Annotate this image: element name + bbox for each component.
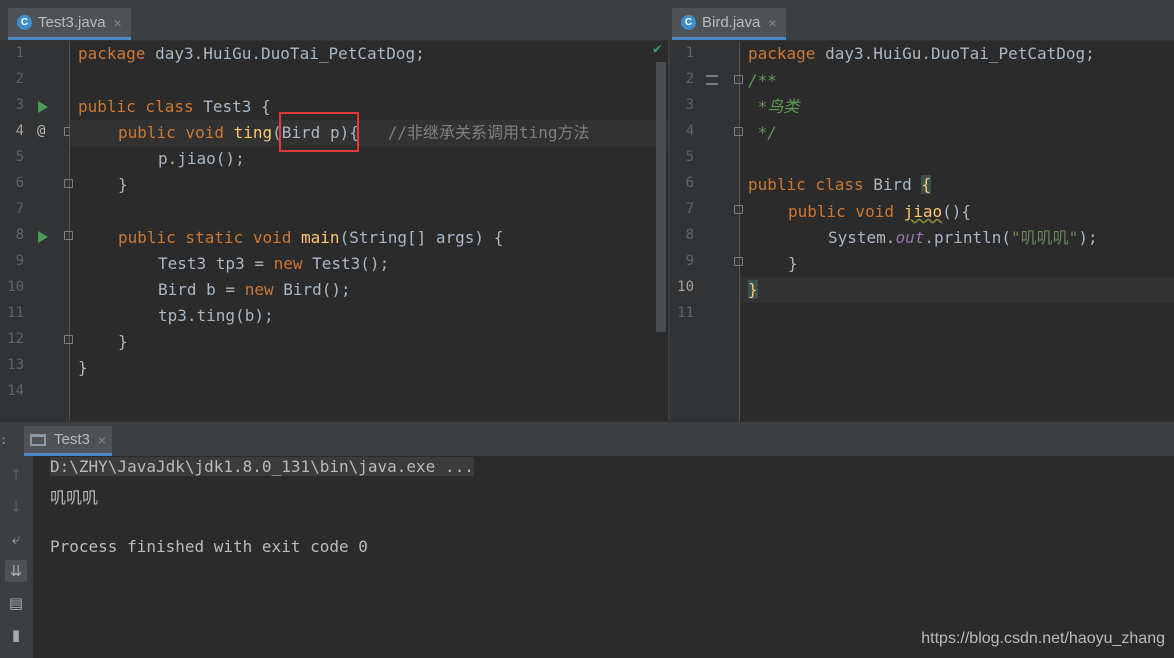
tab-label: Test3.java	[38, 14, 106, 31]
line-number: 8	[15, 227, 24, 243]
code-line: /**	[748, 71, 777, 90]
console-command-line: D:\ZHY\JavaJdk\jdk1.8.0_131\bin\java.exe…	[50, 457, 474, 476]
left-code-area[interactable]: package day3.HuiGu.DuoTai_PetCatDog; pub…	[70, 41, 668, 421]
code-line: }	[118, 175, 128, 194]
close-icon[interactable]: ×	[98, 432, 106, 448]
code-line: Bird b = new Bird();	[158, 280, 351, 299]
caret-line-highlight	[740, 277, 1174, 303]
code-line: package day3.HuiGu.DuoTai_PetCatDog;	[748, 44, 1095, 63]
console-output-line: 叽叽叽	[50, 488, 99, 507]
console-exit-line: Process finished with exit code 0	[50, 537, 368, 556]
code-line: tp3.ting(b);	[158, 306, 274, 325]
line-number: 12	[7, 331, 24, 347]
line-number: 3	[685, 97, 694, 113]
line-number: 6	[15, 175, 24, 191]
watermark: https://blog.csdn.net/haoyu_zhang	[921, 630, 1165, 647]
run-tab-test3[interactable]: Test3 ×	[24, 426, 113, 456]
code-line: public void jiao(){	[788, 202, 972, 221]
code-line: Test3 tp3 = new Test3();	[158, 254, 390, 273]
left-editor-pane: C Test3.java × 1 2 3 4 5 6 7 8 9 10 11 1…	[0, 0, 668, 421]
check-icon: ✔	[653, 41, 662, 57]
right-editor-pane: C Bird.java × 1 2 3 4 5 6 7 8 9 10 11 pa…	[670, 0, 1174, 421]
line-number: 2	[15, 71, 24, 87]
class-icon: C	[17, 15, 32, 30]
run-header: : Test3 ×	[0, 421, 1174, 456]
code-line: *鸟类	[748, 97, 800, 116]
code-line: public class Bird {	[748, 175, 932, 194]
line-number: 4	[685, 123, 694, 139]
line-number: 8	[685, 227, 694, 243]
down-arrow-icon[interactable]: ↓	[5, 496, 27, 518]
line-number: 14	[7, 383, 24, 399]
close-icon[interactable]: ×	[768, 15, 776, 31]
line-number: 4	[15, 123, 24, 139]
up-arrow-icon[interactable]: ↑	[5, 464, 27, 486]
tab-bird-java[interactable]: C Bird.java ×	[672, 8, 786, 40]
vertical-scrollbar[interactable]	[656, 62, 666, 332]
trash-icon[interactable]: ▮	[5, 624, 27, 646]
line-number: 6	[685, 175, 694, 191]
code-line: }	[78, 358, 88, 377]
line-number: 7	[685, 201, 694, 217]
line-number: 11	[7, 305, 24, 321]
line-number: 3	[15, 97, 24, 113]
code-line: package day3.HuiGu.DuoTai_PetCatDog;	[78, 44, 425, 63]
line-number: 1	[15, 45, 24, 61]
override-icon[interactable]: @	[37, 123, 45, 139]
line-number: 11	[677, 305, 694, 321]
line-number: 1	[685, 45, 694, 61]
run-toolbar: ↑ ↓ ⤶ ⇊ ▤ ▮	[0, 456, 33, 658]
run-main-icon[interactable]	[38, 231, 48, 243]
highlight-annotation-box	[279, 112, 359, 152]
right-gutter: 1 2 3 4 5 6 7 8 9 10 11	[670, 41, 743, 421]
line-number: 2	[685, 71, 694, 87]
line-number: 9	[15, 253, 24, 269]
run-tool-window: : Test3 × ↑ ↓ ⤶ ⇊ ▤ ▮ D:\ZHY\JavaJdk\jdk…	[0, 421, 1174, 658]
print-icon[interactable]: ▤	[5, 592, 27, 614]
line-number: 9	[685, 253, 694, 269]
line-number: 10	[677, 279, 694, 295]
class-icon: C	[681, 15, 696, 30]
tab-label: Bird.java	[702, 14, 761, 31]
scroll-to-end-icon[interactable]: ⇊	[5, 560, 27, 582]
close-icon[interactable]: ×	[114, 15, 122, 31]
left-gutter: 1 2 3 4 5 6 7 8 9 10 11 12 13 14 @	[0, 41, 73, 421]
code-line: */	[748, 123, 777, 142]
line-number: 5	[685, 149, 694, 165]
left-tab-bar: C Test3.java ×	[0, 0, 668, 41]
code-line: }	[788, 254, 798, 273]
code-line: }	[118, 332, 128, 351]
code-line: public class Test3 {	[78, 97, 271, 116]
line-number: 7	[15, 201, 24, 217]
console-icon	[30, 433, 46, 446]
soft-wrap-icon[interactable]: ⤶	[5, 528, 27, 550]
tab-test3-java[interactable]: C Test3.java ×	[8, 8, 131, 40]
line-number: 10	[7, 279, 24, 295]
right-code-area[interactable]: package day3.HuiGu.DuoTai_PetCatDog; /**…	[740, 41, 1174, 421]
run-class-icon[interactable]	[38, 101, 48, 113]
right-tab-bar: C Bird.java ×	[670, 0, 1174, 41]
options-icon[interactable]: :	[0, 433, 7, 447]
code-line: }	[748, 280, 758, 299]
documentation-icon[interactable]	[706, 75, 718, 85]
code-line: p.jiao();	[158, 149, 245, 168]
code-line: System.out.println("叽叽叽");	[828, 228, 1098, 247]
code-line: public static void main(String[] args) {	[118, 228, 504, 247]
run-tab-label: Test3	[54, 431, 90, 448]
line-number: 5	[15, 149, 24, 165]
line-number: 13	[7, 357, 24, 373]
